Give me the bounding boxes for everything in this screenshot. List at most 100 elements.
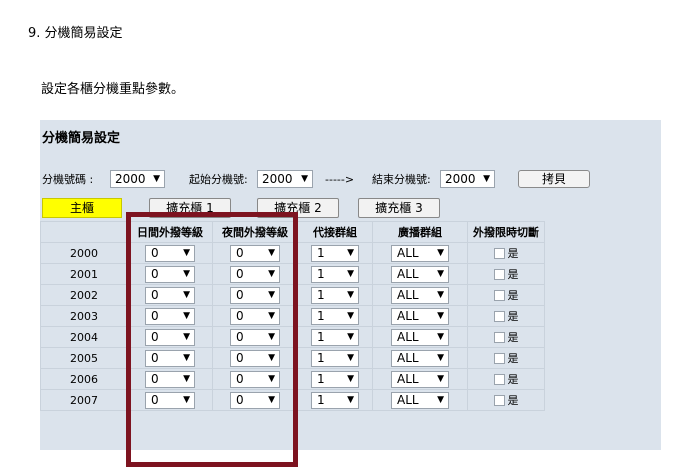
broadcast-group-cell: ALL ▼: [372, 326, 468, 348]
time-limit-label: 是: [507, 331, 519, 344]
extension-number: 2007: [40, 389, 128, 411]
table-row: 2004 0 ▼ 0 ▼ 1 ▼ ALL ▼ 是: [40, 326, 545, 348]
time-limit-checkbox[interactable]: [493, 352, 505, 364]
night-level-select[interactable]: 0 ▼: [230, 307, 280, 325]
broadcast-group-cell: ALL ▼: [372, 284, 468, 306]
chevron-down-icon: ▼: [183, 247, 190, 258]
day-level-select[interactable]: 0 ▼: [145, 328, 195, 346]
chevron-down-icon: ▼: [268, 331, 275, 342]
day-level-select[interactable]: 0 ▼: [145, 286, 195, 304]
day-level-select[interactable]: 0 ▼: [145, 244, 195, 262]
section-description: 設定各櫃分機重點參數。: [41, 82, 185, 97]
broadcast-group-select[interactable]: ALL ▼: [391, 307, 449, 325]
pickup-group-cell: 1 ▼: [297, 284, 373, 306]
time-limit-checkbox[interactable]: [493, 373, 505, 385]
chevron-down-icon: ▼: [183, 268, 190, 279]
day-level-select[interactable]: 0 ▼: [145, 349, 195, 367]
pickup-group-cell: 1 ▼: [297, 263, 373, 285]
chevron-down-icon: ▼: [347, 373, 354, 384]
chevron-down-icon: ▼: [183, 394, 190, 405]
broadcast-group-select[interactable]: ALL ▼: [391, 370, 449, 388]
night-level-cell: 0 ▼: [212, 326, 298, 348]
chevron-down-icon: ▼: [268, 247, 275, 258]
from-extension-select[interactable]: 2000 ▼: [257, 170, 313, 188]
time-limit-checkbox[interactable]: [493, 310, 505, 322]
night-level-select[interactable]: 0 ▼: [230, 349, 280, 367]
pickup-group-select[interactable]: 1 ▼: [311, 349, 359, 367]
broadcast-group-cell: ALL ▼: [372, 368, 468, 390]
extension-number: 2005: [40, 347, 128, 369]
tab-expansion-1[interactable]: 擴充櫃 1: [149, 198, 231, 218]
broadcast-group-select[interactable]: ALL ▼: [391, 328, 449, 346]
pickup-group-cell: 1 ▼: [297, 305, 373, 327]
pickup-group-cell: 1 ▼: [297, 368, 373, 390]
chevron-down-icon: ▼: [268, 268, 275, 279]
broadcast-group-select[interactable]: ALL ▼: [391, 265, 449, 283]
chevron-down-icon: ▼: [268, 352, 275, 363]
time-limit-checkbox[interactable]: [493, 331, 505, 343]
time-limit-checkbox[interactable]: [493, 247, 505, 259]
pickup-group-select[interactable]: 1 ▼: [311, 370, 359, 388]
time-limit-checkbox[interactable]: [493, 394, 505, 406]
pickup-group-cell: 1 ▼: [297, 242, 373, 264]
broadcast-group-select[interactable]: ALL ▼: [391, 244, 449, 262]
tab-expansion-3[interactable]: 擴充櫃 3: [358, 198, 440, 218]
broadcast-group-select[interactable]: ALL ▼: [391, 391, 449, 409]
time-limit-cell: 是: [467, 242, 545, 264]
day-level-cell: 0 ▼: [127, 326, 213, 348]
broadcast-group-cell: ALL ▼: [372, 242, 468, 264]
table-header-row: 日間外撥等級 夜間外撥等級 代接群組 廣播群組 外撥限時切斷: [40, 221, 545, 243]
day-level-select[interactable]: 0 ▼: [145, 391, 195, 409]
start-extension-select[interactable]: 2000 ▼: [110, 170, 165, 188]
pickup-group-select[interactable]: 1 ▼: [311, 244, 359, 262]
extension-number: 2003: [40, 305, 128, 327]
night-level-select[interactable]: 0 ▼: [230, 391, 280, 409]
night-level-select[interactable]: 0 ▼: [230, 265, 280, 283]
night-level-cell: 0 ▼: [212, 305, 298, 327]
pickup-group-select[interactable]: 1 ▼: [311, 286, 359, 304]
table-row: 2006 0 ▼ 0 ▼ 1 ▼ ALL ▼ 是: [40, 368, 545, 390]
copy-button[interactable]: 拷貝: [518, 170, 590, 188]
tab-main-cabinet[interactable]: 主櫃: [42, 198, 122, 218]
night-level-select[interactable]: 0 ▼: [230, 244, 280, 262]
broadcast-group-cell: ALL ▼: [372, 305, 468, 327]
table-row: 2000 0 ▼ 0 ▼ 1 ▼ ALL ▼ 是: [40, 242, 545, 264]
extension-number: 2000: [40, 242, 128, 264]
tab-expansion-2[interactable]: 擴充櫃 2: [257, 198, 339, 218]
chevron-down-icon: ▼: [268, 289, 275, 300]
night-level-select[interactable]: 0 ▼: [230, 286, 280, 304]
broadcast-group-select[interactable]: ALL ▼: [391, 286, 449, 304]
range-arrow-text: ----->: [325, 173, 355, 186]
chevron-down-icon: ▼: [437, 352, 444, 363]
time-limit-checkbox[interactable]: [493, 289, 505, 301]
pickup-group-select[interactable]: 1 ▼: [311, 328, 359, 346]
chevron-down-icon: ▼: [437, 268, 444, 279]
night-level-select[interactable]: 0 ▼: [230, 328, 280, 346]
chevron-down-icon: ▼: [437, 394, 444, 405]
pickup-group-select[interactable]: 1 ▼: [311, 307, 359, 325]
time-limit-label: 是: [507, 247, 519, 260]
time-limit-label: 是: [507, 394, 519, 407]
day-level-select[interactable]: 0 ▼: [145, 370, 195, 388]
column-header-pickup-group: 代接群組: [297, 221, 373, 243]
extension-number: 2006: [40, 368, 128, 390]
chevron-down-icon: ▼: [347, 331, 354, 342]
pickup-group-select[interactable]: 1 ▼: [311, 391, 359, 409]
broadcast-group-select[interactable]: ALL ▼: [391, 349, 449, 367]
chevron-down-icon: ▼: [268, 373, 275, 384]
chevron-down-icon: ▼: [347, 247, 354, 258]
chevron-down-icon: ▼: [347, 352, 354, 363]
chevron-down-icon: ▼: [183, 289, 190, 300]
broadcast-group-cell: ALL ▼: [372, 263, 468, 285]
end-extension-select[interactable]: 2000 ▼: [440, 170, 495, 188]
chevron-down-icon: ▼: [483, 174, 490, 184]
day-level-select[interactable]: 0 ▼: [145, 307, 195, 325]
time-limit-cell: 是: [467, 284, 545, 306]
end-extension-label: 結束分機號:: [372, 173, 431, 186]
night-level-select[interactable]: 0 ▼: [230, 370, 280, 388]
time-limit-checkbox[interactable]: [493, 268, 505, 280]
table-row: 2007 0 ▼ 0 ▼ 1 ▼ ALL ▼ 是: [40, 389, 545, 411]
pickup-group-select[interactable]: 1 ▼: [311, 265, 359, 283]
day-level-select[interactable]: 0 ▼: [145, 265, 195, 283]
chevron-down-icon: ▼: [437, 331, 444, 342]
